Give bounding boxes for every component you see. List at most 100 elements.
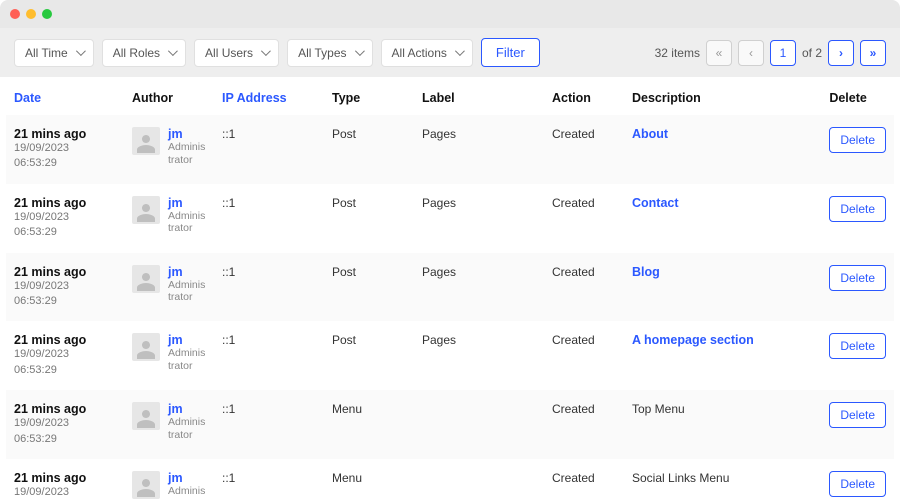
page-prev-button[interactable]: ‹ (738, 40, 764, 66)
col-label-header: Label (414, 77, 544, 115)
filter-roles-select[interactable]: All Roles (102, 39, 186, 67)
date-value: 19/09/2023 (14, 279, 116, 294)
label-value: Pages (414, 184, 544, 253)
table-row: 21 mins ago19/09/202306:53:29 jmAdministr… (6, 184, 894, 253)
maximize-icon[interactable] (42, 9, 52, 19)
action-value: Created (544, 184, 624, 253)
action-value: Created (544, 321, 624, 390)
time-relative: 21 mins ago (14, 196, 116, 210)
ip-value: ::1 (214, 184, 324, 253)
delete-button[interactable]: Delete (829, 333, 886, 359)
time-value: 06:53:29 (14, 432, 116, 447)
author-link[interactable]: jm (168, 471, 206, 485)
delete-button[interactable]: Delete (829, 402, 886, 428)
type-value: Post (324, 321, 414, 390)
label-value: Pages (414, 253, 544, 322)
date-value: 19/09/2023 (14, 416, 116, 431)
action-value: Created (544, 115, 624, 184)
delete-button[interactable]: Delete (829, 196, 886, 222)
ip-value: ::1 (214, 390, 324, 459)
avatar (132, 265, 160, 293)
avatar (132, 127, 160, 155)
filter-toolbar: All Time All Roles All Users All Types A… (0, 28, 900, 77)
table-row: 21 mins ago19/09/202306:53:29jmAdministr… (6, 253, 894, 322)
delete-button[interactable]: Delete (829, 127, 886, 153)
author-link[interactable]: jm (168, 265, 206, 279)
col-ip-header[interactable]: IP Address (214, 77, 324, 115)
description-link[interactable]: Contact (632, 196, 679, 210)
avatar (132, 333, 160, 361)
action-value: Created (544, 253, 624, 322)
author-role: Administrator (168, 210, 206, 235)
ip-value: ::1 (214, 115, 324, 184)
time-value: 06:53:29 (14, 363, 116, 378)
time-relative: 21 mins ago (14, 127, 116, 141)
table-row: 21 mins ago19/09/202306:53:29 jmAdministr… (6, 321, 894, 390)
author-link[interactable]: jm (168, 196, 206, 210)
date-value: 19/09/2023 (14, 347, 116, 362)
delete-button[interactable]: Delete (829, 265, 886, 291)
time-relative: 21 mins ago (14, 265, 116, 279)
pagination: 32 items « ‹ 1 of 2 › » (655, 40, 886, 66)
col-author-header: Author (124, 77, 214, 115)
author-link[interactable]: jm (168, 333, 206, 347)
page-next-button[interactable]: › (828, 40, 854, 66)
window-titlebar (0, 0, 900, 28)
filter-time-select[interactable]: All Time (14, 39, 94, 67)
author-link[interactable]: jm (168, 402, 206, 416)
time-relative: 21 mins ago (14, 333, 116, 347)
ip-value: ::1 (214, 459, 324, 500)
page-first-button[interactable]: « (706, 40, 732, 66)
description-link[interactable]: About (632, 127, 668, 141)
filter-users-label: All Users (205, 46, 253, 60)
close-icon[interactable] (10, 9, 20, 19)
table-row: 21 mins ago19/09/202306:53:29jmAdministr… (6, 390, 894, 459)
author-role: Administrator (168, 416, 206, 441)
author-role: Administrator (168, 485, 206, 500)
col-delete-header: Delete (821, 77, 894, 115)
chevron-down-icon (168, 46, 178, 56)
activity-log-table: Date Author IP Address Type Label Action… (6, 77, 894, 500)
filter-button[interactable]: Filter (481, 38, 540, 67)
items-count: 32 items (655, 46, 700, 60)
page-current[interactable]: 1 (770, 40, 796, 66)
ip-value: ::1 (214, 321, 324, 390)
filter-actions-label: All Actions (392, 46, 447, 60)
author-link[interactable]: jm (168, 127, 206, 141)
type-value: Post (324, 115, 414, 184)
date-value: 19/09/2023 (14, 141, 116, 156)
chevron-down-icon (354, 46, 364, 56)
minimize-icon[interactable] (26, 9, 36, 19)
avatar (132, 402, 160, 430)
type-value: Menu (324, 459, 414, 500)
action-value: Created (544, 390, 624, 459)
description-text: Top Menu (632, 402, 685, 416)
delete-button[interactable]: Delete (829, 471, 886, 497)
page-last-button[interactable]: » (860, 40, 886, 66)
description-link[interactable]: A homepage section (632, 333, 754, 347)
label-value: Pages (414, 115, 544, 184)
type-value: Menu (324, 390, 414, 459)
author-role: Administrator (168, 347, 206, 372)
col-description-header: Description (624, 77, 821, 115)
filter-users-select[interactable]: All Users (194, 39, 279, 67)
type-value: Post (324, 253, 414, 322)
col-date-header[interactable]: Date (6, 77, 124, 115)
chevron-down-icon (76, 46, 86, 56)
table-row: 21 mins ago19/09/202306:53:29jmAdministr… (6, 459, 894, 500)
filter-time-label: All Time (25, 46, 68, 60)
filter-types-select[interactable]: All Types (287, 39, 372, 67)
label-value (414, 390, 544, 459)
time-relative: 21 mins ago (14, 471, 116, 485)
date-value: 19/09/2023 (14, 485, 116, 500)
author-role: Administrator (168, 279, 206, 304)
filter-roles-label: All Roles (113, 46, 160, 60)
col-type-header: Type (324, 77, 414, 115)
filter-actions-select[interactable]: All Actions (381, 39, 473, 67)
chevron-down-icon (455, 46, 465, 56)
date-value: 19/09/2023 (14, 210, 116, 225)
description-link[interactable]: Blog (632, 265, 660, 279)
filter-types-label: All Types (298, 46, 346, 60)
type-value: Post (324, 184, 414, 253)
time-value: 06:53:29 (14, 225, 116, 240)
